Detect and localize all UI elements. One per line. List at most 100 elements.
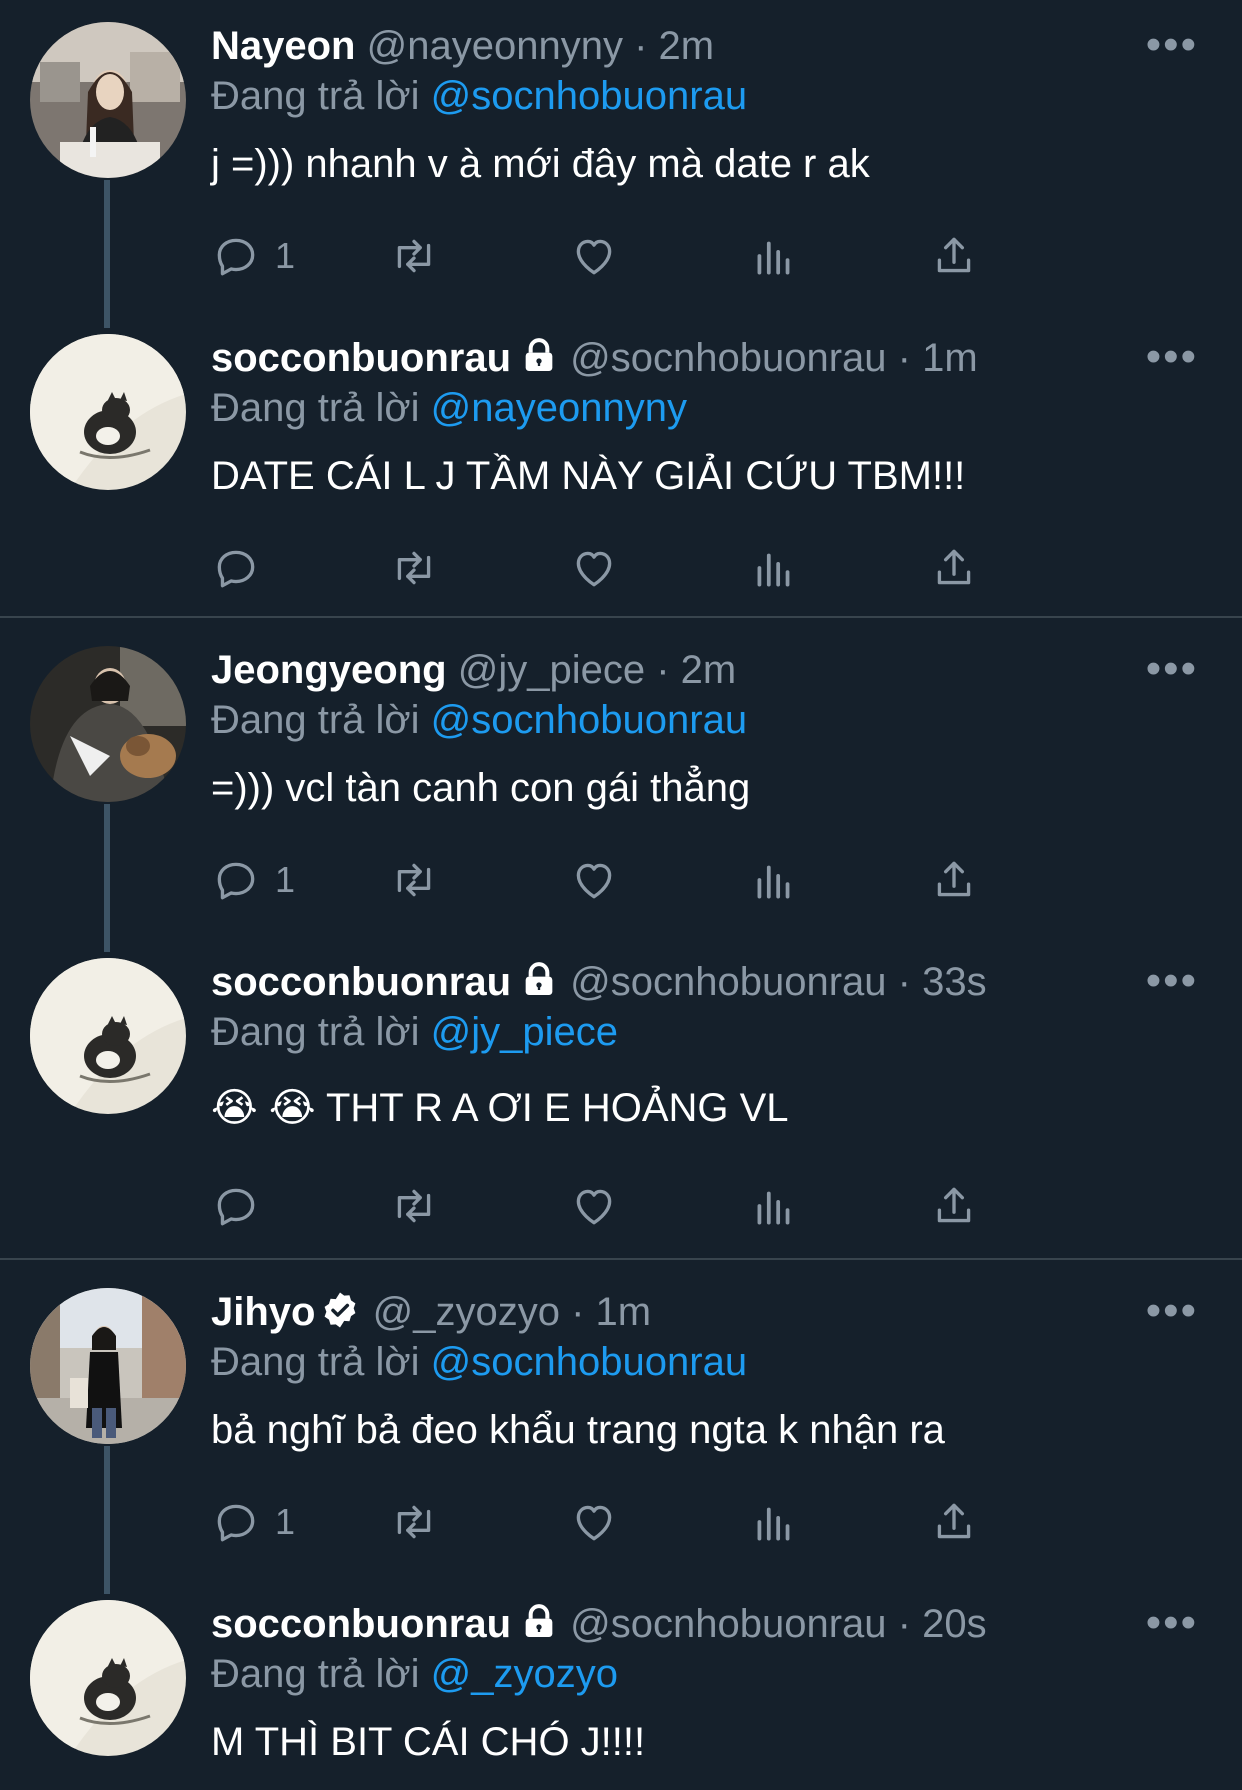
reply-button[interactable]: 1: [211, 1494, 295, 1550]
retweet-icon: [397, 1189, 431, 1223]
reply-icon: [217, 550, 255, 588]
avatar[interactable]: [30, 646, 186, 802]
more-options-icon[interactable]: •••: [1146, 1289, 1198, 1333]
username[interactable]: @jy_piece: [458, 648, 645, 692]
retweet-icon: [397, 239, 431, 273]
share-button[interactable]: [929, 540, 979, 596]
display-name[interactable]: Nayeon: [211, 24, 356, 68]
reply-count: 1: [275, 1501, 296, 1542]
mention-link[interactable]: @socnhobuonrau: [431, 1340, 747, 1384]
lock-icon: [525, 338, 553, 372]
retweet-button[interactable]: [389, 1178, 439, 1234]
reply-prefix: Đang trả lời: [211, 698, 420, 742]
more-options-icon[interactable]: •••: [1146, 647, 1198, 691]
more-options-icon[interactable]: •••: [1146, 23, 1198, 67]
reply-button[interactable]: [211, 540, 275, 596]
mention-link[interactable]: @jy_piece: [431, 1010, 618, 1054]
username[interactable]: @socnhobuonrau: [570, 1602, 886, 1646]
tweet-text: M THÌ BIT CÁI CHÓ J!!!!: [211, 1720, 646, 1764]
tweet-text: j =))) nhanh v à mới đây mà date r ak: [211, 142, 870, 186]
retweet-button[interactable]: [389, 540, 439, 596]
reply-context: Đang trả lời @socnhobuonrau: [211, 696, 747, 744]
mention-link[interactable]: @socnhobuonrau: [431, 74, 747, 118]
display-name[interactable]: socconbuonrau: [211, 1602, 511, 1646]
retweet-icon: [397, 863, 431, 897]
thread-line: [104, 1446, 110, 1594]
analytics-icon: [757, 1191, 790, 1225]
retweet-button[interactable]: [389, 852, 439, 908]
analytics-icon: [757, 553, 790, 587]
username[interactable]: @nayeonnyny: [367, 24, 623, 68]
mention-link[interactable]: @socnhobuonrau: [431, 698, 747, 742]
timestamp[interactable]: · 2m: [656, 648, 736, 692]
tweet-text: 😭 😭 THT R A ƠI E HOẢNG VL: [211, 1086, 789, 1130]
share-icon: [937, 1187, 971, 1223]
username[interactable]: @socnhobuonrau: [570, 336, 886, 380]
like-button[interactable]: [569, 540, 619, 596]
retweet-button[interactable]: [389, 228, 439, 284]
heart-icon: [576, 863, 612, 899]
display-name[interactable]: socconbuonrau: [211, 960, 511, 1004]
avatar[interactable]: [30, 958, 186, 1114]
reply-icon: [217, 238, 255, 276]
display-name[interactable]: Jihyo: [211, 1290, 315, 1334]
avatar[interactable]: [30, 1600, 186, 1756]
reply-button[interactable]: 1: [211, 852, 295, 908]
reply-context: Đang trả lời @socnhobuonrau: [211, 72, 747, 120]
tweet-header: Jihyo @_zyozyo · 1m: [211, 1288, 1122, 1336]
tweet-actions: 1: [211, 1494, 1091, 1550]
like-button[interactable]: [569, 852, 619, 908]
display-name[interactable]: socconbuonrau: [211, 336, 511, 380]
tweet-actions: 1: [211, 852, 1091, 908]
timestamp[interactable]: · 33s: [898, 960, 987, 1004]
avatar[interactable]: [30, 334, 186, 490]
username[interactable]: @_zyozyo: [373, 1290, 560, 1334]
reply-icon: [217, 1504, 255, 1542]
share-icon: [937, 1503, 971, 1539]
separator: [0, 1258, 1242, 1260]
timestamp[interactable]: · 1m: [571, 1290, 651, 1334]
share-button[interactable]: [929, 1178, 979, 1234]
more-options-icon[interactable]: •••: [1146, 959, 1198, 1003]
more-options-icon[interactable]: •••: [1146, 335, 1198, 379]
mention-link[interactable]: @_zyozyo: [431, 1652, 618, 1696]
lock-icon: [525, 1604, 553, 1638]
like-button[interactable]: [569, 1178, 619, 1234]
analytics-icon: [757, 1507, 790, 1541]
reply-count: 1: [275, 235, 296, 276]
analytics-button[interactable]: [749, 540, 799, 596]
display-name[interactable]: Jeongyeong: [211, 648, 447, 692]
timestamp[interactable]: · 2m: [634, 24, 714, 68]
avatar[interactable]: [30, 22, 186, 178]
like-button[interactable]: [569, 228, 619, 284]
reply-button[interactable]: 1: [211, 228, 295, 284]
tweet-header: Jeongyeong @jy_piece · 2m: [211, 646, 1122, 694]
tweet-header: socconbuonrau @socnhobuonrau · 33s: [211, 958, 1122, 1006]
share-icon: [937, 861, 971, 897]
tweet-header: Nayeon @nayeonnyny · 2m: [211, 22, 1122, 70]
analytics-button[interactable]: [749, 852, 799, 908]
analytics-button[interactable]: [749, 1178, 799, 1234]
tweet-text: =))) vcl tàn canh con gái thẳng: [211, 766, 751, 810]
thread-line: [104, 804, 110, 952]
like-button[interactable]: [569, 1494, 619, 1550]
share-button[interactable]: [929, 228, 979, 284]
share-button[interactable]: [929, 1494, 979, 1550]
reply-button[interactable]: [211, 1178, 275, 1234]
analytics-button[interactable]: [749, 1494, 799, 1550]
share-button[interactable]: [929, 852, 979, 908]
tweet-actions: 1: [211, 228, 1091, 284]
more-options-icon[interactable]: •••: [1146, 1601, 1198, 1645]
timestamp[interactable]: · 20s: [898, 1602, 987, 1646]
retweet-button[interactable]: [389, 1494, 439, 1550]
reply-context: Đang trả lời @nayeonnyny: [211, 384, 687, 432]
reply-prefix: Đang trả lời: [211, 1340, 420, 1384]
username[interactable]: @socnhobuonrau: [570, 960, 886, 1004]
avatar[interactable]: [30, 1288, 186, 1444]
mention-link[interactable]: @nayeonnyny: [431, 386, 687, 430]
tweet-actions: [211, 1178, 1091, 1234]
analytics-button[interactable]: [749, 228, 799, 284]
timestamp[interactable]: · 1m: [898, 336, 978, 380]
heart-icon: [576, 1505, 612, 1541]
reply-prefix: Đang trả lời: [211, 386, 420, 430]
